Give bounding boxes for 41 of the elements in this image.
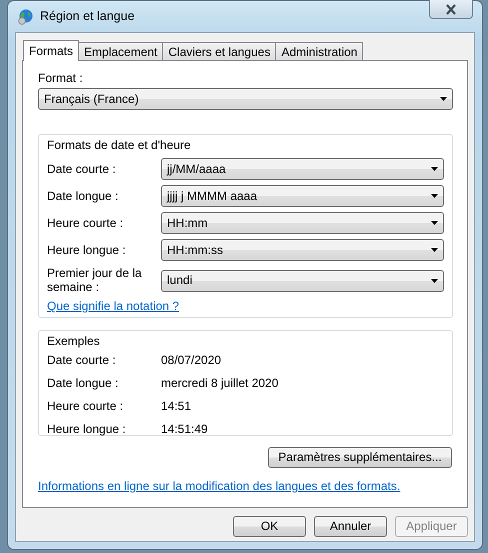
tab[interactable]: Administration — [275, 42, 364, 60]
additional-settings-button[interactable]: Paramètres supplémentaires... — [268, 447, 452, 468]
field-label: Premier jour de la semaine : — [47, 266, 143, 294]
field-label: Date courte : — [47, 162, 116, 176]
format-dropdown[interactable]: HH:mm — [161, 212, 444, 234]
format-dropdown[interactable]: jjjj j MMMM aaaa — [161, 185, 444, 207]
notation-link[interactable]: Que signifie la notation ? — [47, 299, 180, 313]
caret-icon — [431, 221, 438, 225]
format-label: Format : — [38, 71, 84, 86]
caret-icon — [440, 97, 447, 101]
caret-icon — [431, 278, 438, 282]
group-title: Formats de date et d'heure — [47, 138, 192, 153]
globe-icon — [18, 8, 34, 24]
online-info-link[interactable]: Informations en ligne sur la modification des langues et des formats. — [38, 479, 400, 493]
caret-icon — [431, 194, 438, 198]
field-label: Heure courte : — [47, 216, 124, 230]
format-dropdown[interactable]: HH:mm:ss — [161, 239, 444, 261]
example-label: Date longue : — [47, 376, 118, 390]
caret-icon — [431, 167, 438, 171]
tab[interactable]: Formats — [23, 40, 80, 61]
example-value: mercredi 8 juillet 2020 — [161, 376, 278, 391]
close-button[interactable] — [429, 0, 473, 19]
format-dropdown[interactable]: jj/MM/aaaa — [161, 158, 444, 180]
format-dropdown[interactable]: Français (France) — [38, 88, 453, 110]
field-label: Heure longue : — [47, 242, 126, 256]
caret-icon — [431, 248, 438, 252]
format-dropdown[interactable]: lundi — [161, 270, 444, 292]
example-label: Heure longue : — [47, 422, 126, 436]
tab[interactable]: Claviers et langues — [162, 42, 276, 60]
tab[interactable]: Emplacement — [78, 42, 164, 60]
group-title: Exemples — [47, 334, 101, 349]
dialog-button[interactable]: OK — [233, 516, 306, 537]
example-value: 14:51:49 — [161, 422, 208, 437]
example-label: Date courte : — [47, 353, 116, 367]
example-value: 08/07/2020 — [161, 353, 222, 368]
close-icon — [445, 4, 457, 14]
field-label: Date longue : — [47, 188, 118, 202]
dialog-button[interactable]: Annuler — [314, 516, 387, 537]
example-value: 14:51 — [161, 399, 192, 414]
example-label: Heure courte : — [47, 399, 124, 413]
window-title: Région et langue — [40, 8, 135, 24]
